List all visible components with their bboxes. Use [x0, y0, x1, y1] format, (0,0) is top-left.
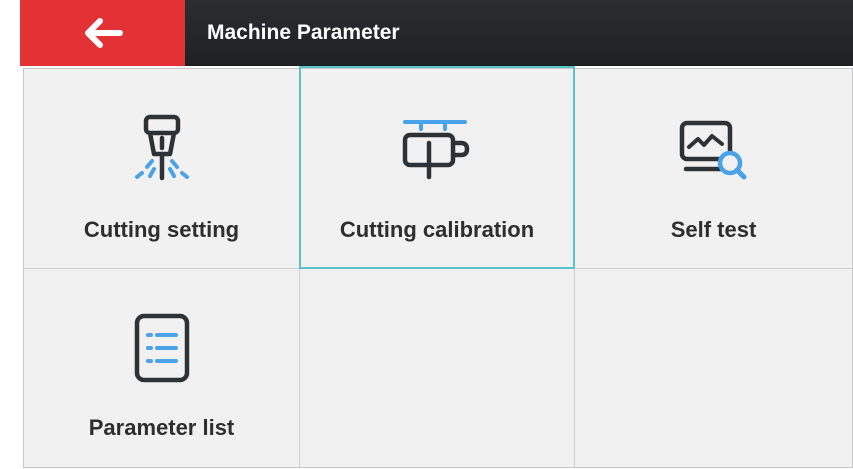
calibration-icon — [399, 117, 475, 186]
tile-empty — [575, 269, 852, 467]
tile-label: Cutting setting — [83, 217, 240, 242]
cutting-nozzle-icon — [132, 114, 192, 187]
tile-label: Cutting calibration — [339, 217, 535, 242]
tile-label: Parameter list — [88, 415, 235, 440]
back-arrow-icon — [83, 17, 123, 49]
tile-self-test[interactable]: Self test — [575, 69, 852, 268]
list-icon — [133, 313, 191, 388]
tile-parameter-list[interactable]: Parameter list — [24, 269, 299, 467]
page-title: Machine Parameter — [207, 21, 400, 44]
tile-cutting-setting[interactable]: Cutting setting — [24, 69, 299, 268]
tile-empty — [300, 269, 574, 467]
back-button[interactable] — [20, 0, 185, 66]
tile-cutting-calibration[interactable]: Cutting calibration — [300, 69, 574, 268]
title-bar: Machine Parameter — [20, 0, 853, 66]
monitor-search-icon — [678, 119, 750, 186]
parameter-menu-grid: Cutting setting Cutting calibration Self… — [23, 66, 853, 468]
tile-label: Self test — [670, 217, 757, 242]
